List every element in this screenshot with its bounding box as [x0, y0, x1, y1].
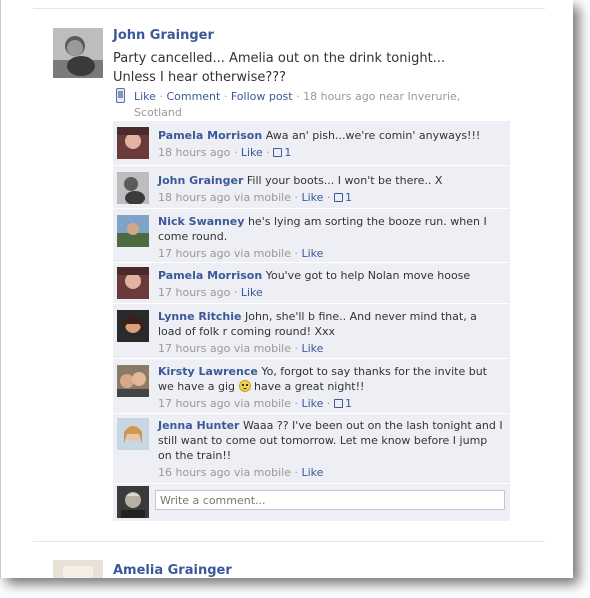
comment-item: John Grainger Fill your boots... I won't… [113, 166, 510, 209]
comment-like-link[interactable]: Like [302, 191, 324, 204]
comment-author[interactable]: Pamela Morrison [158, 269, 262, 282]
commenter-avatar[interactable] [117, 310, 149, 342]
comment-like-count[interactable]: 1 [273, 146, 291, 159]
comment-author[interactable]: John Grainger [158, 174, 243, 187]
comment-like-link[interactable]: Like [241, 146, 263, 159]
current-user-avatar [117, 486, 149, 518]
comment-via: via mobile [233, 397, 291, 410]
comment-like-link[interactable]: Like [241, 286, 263, 299]
divider [33, 8, 545, 9]
follow-post-link[interactable]: Follow post [231, 90, 293, 103]
commenter-avatar[interactable] [117, 418, 149, 450]
comment-meta: 17 hours ago via mobile · Like [158, 247, 324, 260]
comment-composer [113, 486, 510, 521]
comment-via: via mobile [233, 466, 291, 479]
commenter-avatar[interactable] [117, 267, 149, 299]
comment-text: You've got to help Nolan move hoose [265, 269, 471, 282]
comment-item: Jenna Hunter Waaa ?? I've been out on th… [113, 414, 510, 484]
comment-meta: 18 hours ago via mobile · Like · 1 [158, 191, 352, 204]
next-post-author-name[interactable]: Amelia Grainger [113, 563, 232, 578]
comment-via: via mobile [233, 191, 291, 204]
comment-meta: 17 hours ago via mobile · Like [158, 342, 324, 355]
comment-meta: 16 hours ago via mobile · Like [158, 466, 324, 479]
comment-author[interactable]: Pamela Morrison [158, 129, 262, 142]
comment-author[interactable]: Jenna Hunter [158, 419, 239, 432]
commenter-avatar[interactable] [117, 215, 149, 247]
comment-text: Fill your boots... I won't be there.. X [246, 174, 443, 187]
comment-text: Awa an' pish...we're comin' anyways!!! [265, 129, 481, 142]
comment-meta: 17 hours ago · Like [158, 286, 263, 299]
mobile-phone-icon [116, 88, 125, 103]
commenter-avatar[interactable] [117, 172, 149, 204]
comment-meta: 18 hours ago · Like · 1 [158, 146, 292, 159]
comment-like-link[interactable]: Like [302, 342, 324, 355]
comment-item: Pamela Morrison You've got to help Nolan… [113, 263, 510, 304]
divider [33, 541, 545, 542]
thumbs-up-icon [333, 399, 343, 408]
comment-time[interactable]: 18 hours ago [158, 191, 230, 204]
post-author-name[interactable]: John Grainger [113, 28, 214, 43]
commenter-avatar[interactable] [117, 127, 149, 159]
separator: · [296, 90, 300, 103]
post-author-avatar[interactable] [53, 28, 103, 78]
separator: · [159, 90, 163, 103]
post-text: Party cancelled... Amelia out on the dri… [113, 51, 446, 85]
separator: · [223, 90, 228, 103]
post-actions: Like · Comment · Follow post · 18 hours … [134, 89, 494, 121]
write-comment-input[interactable] [155, 490, 505, 510]
comment-author[interactable]: Lynne Ritchie [158, 310, 241, 323]
comment-author[interactable]: Nick Swanney [158, 215, 244, 228]
comment-item: Lynne Ritchie John, she'll b fine.. And … [113, 304, 510, 359]
comment-time[interactable]: 17 hours ago [158, 397, 230, 410]
comment-time[interactable]: 17 hours ago [158, 286, 230, 299]
comment-time[interactable]: 17 hours ago [158, 342, 230, 355]
next-post-author-avatar[interactable] [53, 560, 103, 578]
comment-like-link[interactable]: Like [302, 397, 324, 410]
sad-face-emoticon-icon [238, 380, 251, 392]
comment-via: via mobile [233, 247, 291, 260]
comment-text-continued: have a great night!! [254, 380, 365, 393]
comment-time[interactable]: 16 hours ago [158, 466, 230, 479]
comment-link[interactable]: Comment [166, 90, 220, 103]
thumbs-up-icon [273, 148, 283, 157]
commenter-avatar[interactable] [117, 365, 149, 397]
comment-like-count[interactable]: 1 [333, 397, 352, 410]
comment-like-link[interactable]: Like [302, 466, 324, 479]
comments-section: Pamela Morrison Awa an' pish...we're com… [113, 121, 510, 521]
comment-author[interactable]: Kirsty Lawrence [158, 365, 258, 378]
like-link[interactable]: Like [134, 90, 156, 103]
thumbs-up-icon [333, 193, 343, 202]
comment-like-count[interactable]: 1 [333, 191, 352, 204]
comment-item: Kirsty Lawrence Yo, forgot to say thanks… [113, 359, 510, 414]
comment-time[interactable]: 18 hours ago [158, 146, 230, 159]
comment-meta: 17 hours ago via mobile · Like · 1 [158, 397, 352, 410]
comment-item: Pamela Morrison Awa an' pish...we're com… [113, 121, 510, 166]
comment-item: Nick Swanney he's lying am sorting the b… [113, 209, 510, 263]
comment-time[interactable]: 17 hours ago [158, 247, 230, 260]
news-feed-window: John Grainger Party cancelled... Amelia … [0, 0, 573, 578]
comment-like-link[interactable]: Like [302, 247, 324, 260]
comment-via: via mobile [233, 342, 291, 355]
